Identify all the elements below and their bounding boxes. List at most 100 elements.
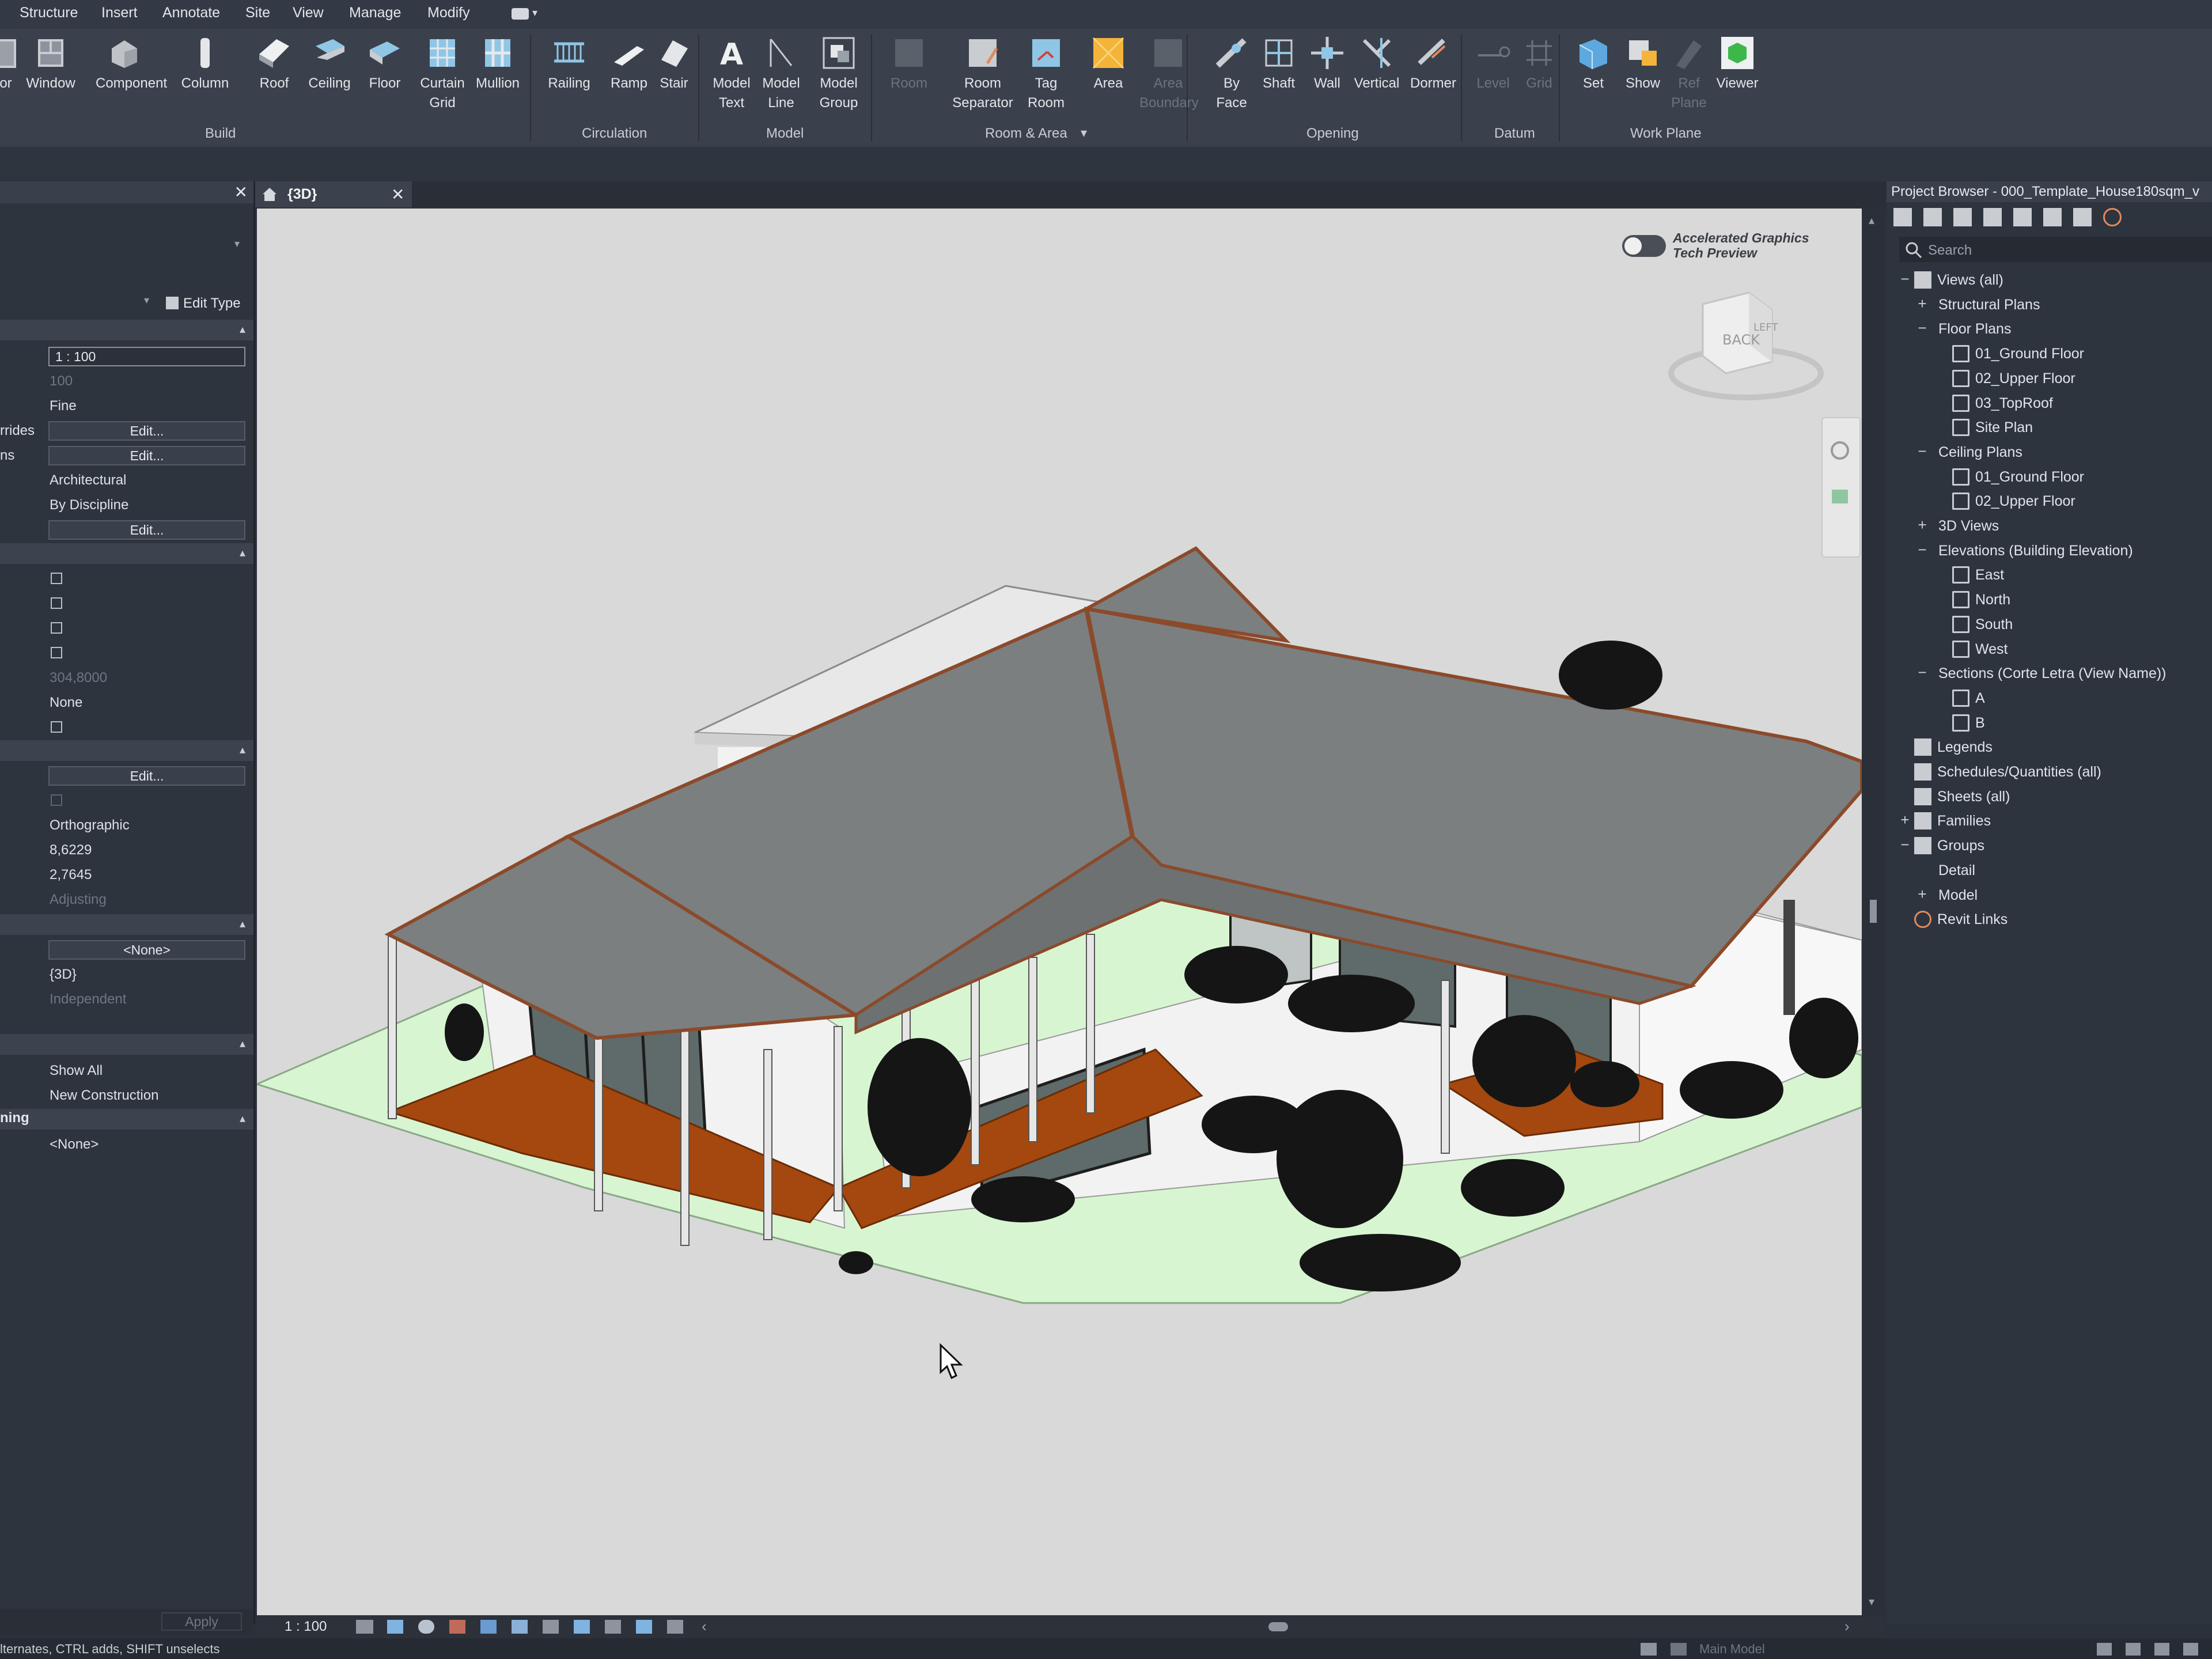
floor-tool[interactable]: Floor xyxy=(356,35,414,93)
curtain-grid-tool[interactable]: Curtain Grid xyxy=(414,35,471,113)
select-underlay-icon[interactable] xyxy=(2126,1643,2141,1656)
collapse-icon[interactable]: − xyxy=(1899,836,1911,854)
menu-structure[interactable]: Structure xyxy=(20,5,78,21)
tree-item[interactable]: − Ceiling Plans xyxy=(1887,440,2212,464)
link-icon[interactable] xyxy=(2073,208,2092,226)
view-icon[interactable] xyxy=(1923,208,1942,226)
menu-site[interactable]: Site xyxy=(245,5,270,21)
vertical-tool[interactable]: Vertical xyxy=(1347,35,1407,93)
room-separator-tool[interactable]: Room Separator xyxy=(949,35,1016,113)
edit-type-button[interactable]: Edit Type xyxy=(183,296,241,312)
tree-item[interactable]: 03_TopRoof xyxy=(1887,391,2212,415)
set-tool[interactable]: Set xyxy=(1565,35,1622,93)
apply-button[interactable]: Apply xyxy=(161,1612,242,1631)
crop-view-checkbox[interactable] xyxy=(51,573,62,584)
collapse-icon[interactable]: − xyxy=(1916,664,1928,681)
model-group-tool[interactable]: Model Group xyxy=(810,35,868,113)
tree-item[interactable]: Sheets (all) xyxy=(1887,785,2212,809)
view-scale-button[interactable]: 1 : 100 xyxy=(285,1619,327,1635)
stair-tool[interactable]: Stair xyxy=(645,35,703,93)
scroll-down-icon[interactable]: ▾ xyxy=(1869,1594,1874,1609)
browser-search[interactable]: Search xyxy=(1899,237,2212,262)
menu-insert[interactable]: Insert xyxy=(101,5,138,21)
tree-item[interactable]: Revit Links xyxy=(1887,907,2212,931)
section-header-camera[interactable]: ▴ xyxy=(0,740,253,761)
railing-tool[interactable]: Railing xyxy=(540,35,598,93)
panel-expand-icon[interactable]: ▾ xyxy=(1081,126,1087,141)
tree-item[interactable]: + Families xyxy=(1887,809,2212,833)
accelerated-graphics-toggle[interactable] xyxy=(1622,235,1666,257)
tab-3d-view[interactable]: {3D} ✕ xyxy=(255,181,412,207)
menu-modify[interactable]: Modify xyxy=(427,5,470,21)
steering-wheel-icon[interactable] xyxy=(1831,441,1849,460)
tree-item[interactable]: Schedules/Quantities (all) xyxy=(1887,760,2212,784)
section-header-identity[interactable]: ▴ xyxy=(0,914,253,935)
view-cube[interactable]: BACK LEFT xyxy=(1662,281,1830,408)
collapse-icon[interactable]: − xyxy=(1916,319,1928,337)
component-tool[interactable]: Component xyxy=(96,35,167,93)
reveal-hidden-icon[interactable] xyxy=(605,1620,621,1634)
crop-region-visible-checkbox[interactable] xyxy=(51,597,62,609)
collapse-icon[interactable]: − xyxy=(1916,442,1928,460)
tree-item[interactable]: North xyxy=(1887,588,2212,612)
analytical-model-icon[interactable] xyxy=(636,1620,652,1634)
tree-item[interactable]: A xyxy=(1887,686,2212,710)
visibility-edit-button[interactable]: Edit... xyxy=(48,421,245,441)
scroll-right-icon[interactable]: › xyxy=(1844,1618,1850,1635)
home-icon[interactable] xyxy=(1893,208,1912,226)
close-icon[interactable]: ✕ xyxy=(234,183,248,202)
revit-link-icon[interactable] xyxy=(2103,208,2122,226)
chevron-down-icon[interactable]: ▾ xyxy=(234,238,240,250)
menu-view[interactable]: View xyxy=(293,5,324,21)
tree-item[interactable]: 02_Upper Floor xyxy=(1887,366,2212,391)
expand-icon[interactable]: + xyxy=(1916,885,1928,903)
default-analysis-edit-button[interactable]: Edit... xyxy=(48,520,245,540)
section-header-ning[interactable]: ning ▴ xyxy=(0,1109,253,1130)
tree-item[interactable]: B xyxy=(1887,711,2212,735)
mullion-tool[interactable]: Mullion xyxy=(469,35,527,93)
dropdown-arrow-icon[interactable]: ▾ xyxy=(532,7,537,19)
view-scale-input[interactable]: 1 : 100 xyxy=(48,347,245,366)
tree-item[interactable]: − Sections (Corte Letra (View Name)) xyxy=(1887,661,2212,685)
tree-item[interactable]: Legends xyxy=(1887,735,2212,759)
tree-item[interactable]: Site Plan xyxy=(1887,415,2212,440)
window-tool[interactable]: Window xyxy=(22,35,79,93)
3d-viewport[interactable]: Accelerated Graphics Tech Preview BACK L… xyxy=(257,209,1862,1615)
tree-item[interactable]: − Floor Plans xyxy=(1887,317,2212,341)
group-icon[interactable] xyxy=(2043,208,2062,226)
rendering-settings-edit-button[interactable]: Edit... xyxy=(48,766,245,786)
vertical-scrollbar[interactable]: ▴ ▾ xyxy=(1862,209,1885,1615)
ceiling-tool[interactable]: Ceiling xyxy=(301,35,358,93)
filter-icon[interactable] xyxy=(2183,1643,2198,1656)
model-line-tool[interactable]: Model Line xyxy=(752,35,810,113)
tag-room-tool[interactable]: Tag Room xyxy=(1017,35,1075,113)
visual-style-icon[interactable] xyxy=(387,1620,403,1634)
section-header-phasing[interactable]: ▴ xyxy=(0,1034,253,1055)
select-pinned-icon[interactable] xyxy=(2154,1643,2169,1656)
chevron-down-icon[interactable]: ▾ xyxy=(144,294,149,306)
annotation-crop-checkbox[interactable] xyxy=(51,622,62,634)
graphic-display-edit-button[interactable]: Edit... xyxy=(48,446,245,465)
tree-item[interactable]: − Views (all) xyxy=(1887,268,2212,292)
worksets-icon[interactable] xyxy=(1641,1643,1657,1656)
section-box-checkbox[interactable] xyxy=(51,721,62,733)
detail-level-icon[interactable] xyxy=(356,1620,373,1634)
tree-item[interactable]: 01_Ground Floor xyxy=(1887,342,2212,366)
tree-item[interactable]: East xyxy=(1887,563,2212,587)
far-clip-checkbox[interactable] xyxy=(51,647,62,658)
lock-3d-icon[interactable] xyxy=(543,1620,559,1634)
select-links-icon[interactable] xyxy=(2097,1643,2112,1656)
section-header-graphics[interactable]: ▴ xyxy=(0,320,253,340)
tree-item[interactable]: − Groups xyxy=(1887,834,2212,858)
tree-item[interactable]: 01_Ground Floor xyxy=(1887,465,2212,489)
highlight-displacement-icon[interactable] xyxy=(667,1620,683,1634)
tree-item[interactable]: South xyxy=(1887,612,2212,637)
area-boundary-tool[interactable]: Area Boundary xyxy=(1139,35,1199,113)
horizontal-scroll-thumb[interactable] xyxy=(1268,1622,1288,1631)
menu-manage[interactable]: Manage xyxy=(349,5,401,21)
show-crop-icon[interactable] xyxy=(512,1620,528,1634)
camera-icon[interactable] xyxy=(512,8,529,20)
family-icon[interactable] xyxy=(2013,208,2032,226)
tree-item[interactable]: + Structural Plans xyxy=(1887,293,2212,317)
section-header-extents[interactable]: ▴ xyxy=(0,543,253,564)
